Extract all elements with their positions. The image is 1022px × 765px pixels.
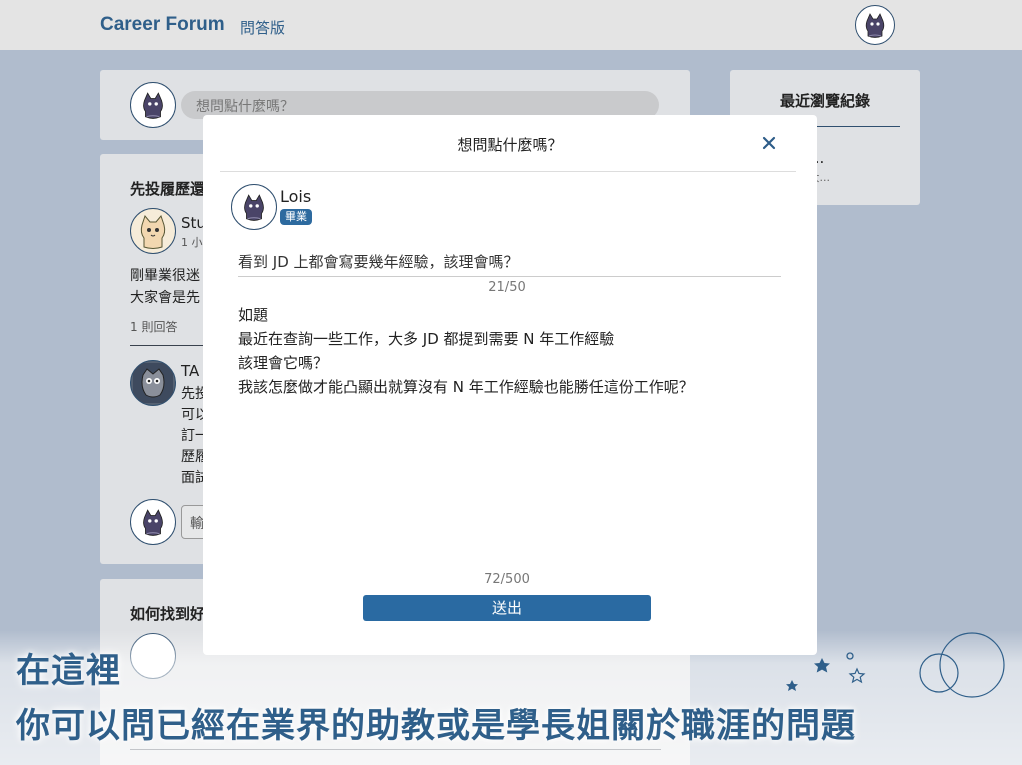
cat-avatar-icon [140,214,166,249]
status-badge: 畢業 [280,209,312,225]
cat-avatar-icon [244,194,264,221]
author-avatar [231,184,277,230]
caption-line-1: 在這裡 [16,651,121,691]
answer-count[interactable]: 1 則回答 [130,318,177,335]
owl-avatar-icon [133,363,173,403]
reply-avatar [130,499,176,545]
post-title[interactable]: 如何找到好 [130,603,205,624]
body-line: 如題 [238,306,269,324]
reply-author-name[interactable]: TA [181,362,199,380]
ta-avatar [130,360,176,406]
close-icon[interactable] [759,133,779,153]
title-character-count: 21/50 [488,280,526,295]
recent-views-title: 最近瀏覽紀錄 [779,92,870,110]
brand-logo[interactable]: Career Forum [100,14,225,36]
nav-link-qa-board[interactable]: 問答版 [240,17,285,38]
cat-avatar-icon [143,509,163,536]
question-body-textarea[interactable]: 如題 最近在查詢一些工作，大多 JD 都提到需要 N 年工作經驗 該理會它嗎？ … [238,303,781,563]
ask-avatar [130,82,176,128]
submit-button[interactable]: 送出 [363,595,651,621]
cat-avatar-icon [865,13,885,38]
decorative-stars-icon [786,632,1005,698]
body-character-count: 72/500 [484,572,530,587]
body-line: 最近在查詢一些工作，大多 JD 都提到需要 N 年工作經驗 [238,330,615,348]
post-body-line: 剛畢業很迷 [130,268,200,284]
question-title-input[interactable]: 看到 JD 上都會寫要幾年經驗，該理會嗎？ [238,247,781,277]
author-avatar [130,208,176,254]
ask-question-modal: 想問點什麼嗎？ Lois 畢業 看到 JD 上都會寫要幾年經驗，該理會嗎？ 21… [203,115,817,655]
post-title[interactable]: 先投履歷還 [130,178,205,199]
top-navigation: Career Forum 問答版 [0,0,1022,50]
divider [220,171,796,172]
body-line: 該理會它嗎？ [238,354,329,372]
post-body-line: 大家會是先 [130,290,200,306]
post-timestamp: 1 小 [181,236,203,249]
caption-line-2: 你可以問已經在業界的助教或是學長姐關於職涯的問題 [16,706,856,746]
modal-title: 想問點什麼嗎？ [457,136,563,154]
author-name: Lois [280,187,312,206]
user-avatar[interactable] [855,5,895,45]
body-line: 我該怎麼做才能凸顯出就算沒有 N 年工作經驗也能勝任這份工作呢？ [238,378,694,396]
cat-avatar-icon [143,92,163,119]
